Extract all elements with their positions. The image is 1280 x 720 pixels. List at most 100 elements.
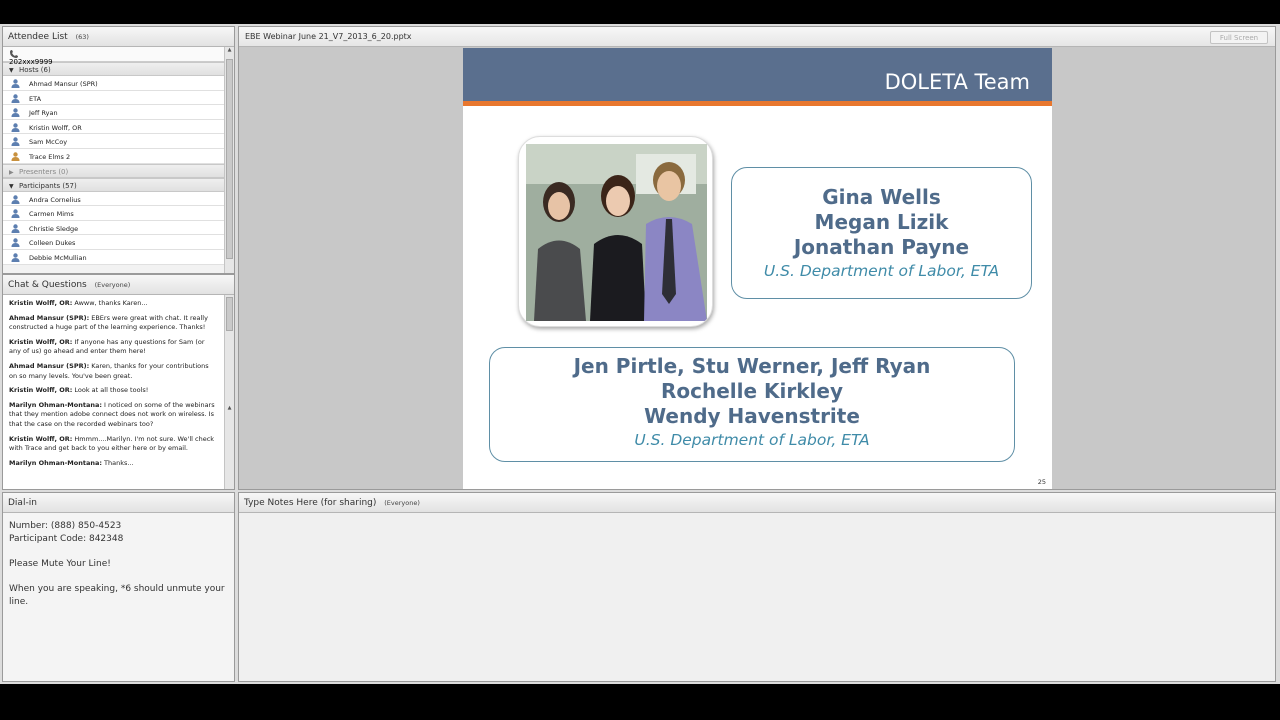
attendee-row[interactable]: Kristin Wolff, OR [3, 119, 225, 135]
slide-header: DOLETA Team [463, 48, 1052, 106]
dial-number: 202xxx9999 [9, 58, 53, 66]
chat-message: Kristin Wolff, OR: If anyone has any que… [9, 338, 218, 357]
hosts-label: Hosts (6) [19, 66, 51, 74]
chat-message: Marilyn Ohman-Montana: I noticed on some… [9, 401, 218, 430]
chat-text: Look at all those tools! [72, 386, 149, 395]
attendee-list: 202xxx9999 ▼ Hosts (6) Ahmad Mansur (SPR)… [3, 47, 225, 273]
attendee-name: Christie Sledge [29, 224, 79, 233]
share-filename: EBE Webinar June 21_V7_2013_6_20.pptx [245, 32, 412, 41]
chat-message: Kristin Wolff, OR: Awww, thanks Karen... [9, 299, 218, 309]
chat-sender: Marilyn Ohman-Montana: [9, 458, 102, 467]
team-box-primary: Gina Wells Megan Lizik Jonathan Payne U.S.… [731, 167, 1032, 299]
dialin-title: Dial-in [8, 498, 37, 508]
chat-scrollbar[interactable]: ▲ [224, 295, 234, 489]
attendee-row[interactable]: Carmen Mims [3, 206, 225, 221]
dialin-mute: Please Mute Your Line! [9, 559, 111, 569]
dialin-pod-title: Dial-in [3, 493, 234, 513]
chat-sender: Marilyn Ohman-Montana: [9, 400, 102, 409]
participants-list: Andra Cornelius Carmen Mims Christie Sledg… [3, 191, 225, 265]
presenters-label: Presenters (0) [19, 167, 69, 176]
collapse-triangle-icon: ▼ [9, 182, 14, 190]
notes-pod-title: Type Notes Here (for sharing) (Everyone) [239, 493, 1275, 513]
team-member-name: Gina Wells [822, 185, 941, 209]
team-member-name: Megan Lizik [814, 210, 949, 234]
participant-person-icon [11, 238, 21, 248]
attendee-row[interactable]: Christie Sledge [3, 220, 225, 236]
attendee-name: Andra Cornelius [29, 195, 81, 204]
participants-group-header[interactable]: ▼ Participants (57) [3, 177, 225, 192]
participants-label: Participants (57) [19, 181, 77, 190]
team-photo-image [526, 144, 707, 321]
collapse-triangle-icon: ▼ [9, 67, 14, 74]
attendee-row[interactable]: ETA [3, 90, 225, 106]
host-person-icon [11, 93, 21, 103]
team-member-name: Jonathan Payne [793, 235, 970, 259]
notes-text-area[interactable] [239, 513, 1275, 681]
dialin-code: Participant Code: 842348 [9, 534, 124, 544]
team-member-name: Rochelle Kirkley [660, 379, 843, 403]
scroll-thumb[interactable] [226, 59, 233, 259]
chat-sender: Kristin Wolff, OR: [9, 337, 73, 346]
chat-message: Kristin Wolff, OR: Look at all those too… [9, 386, 218, 396]
participant-person-icon [11, 224, 21, 233]
presentation-slide: DOLETA Team Gina Wells Megan Lizik Jonat… [463, 48, 1052, 489]
dial-row[interactable]: 202xxx9999 [3, 47, 225, 66]
attendee-name: Ahmad Mansur (SPR) [29, 80, 98, 88]
full-screen-button[interactable]: Full Screen [1210, 31, 1268, 44]
attendee-name: Carmen Mims [29, 210, 74, 219]
attendee-scrollbar[interactable]: ▲ [224, 47, 234, 273]
scroll-indicator-icon: ▲ [227, 405, 232, 411]
attendee-row[interactable]: Jeff Ryan [3, 105, 225, 120]
chat-message: Ahmad Mansur (SPR): EBErs were great wit… [9, 314, 218, 333]
dialin-body: Number: (888) 850-4523 Participant Code:… [3, 513, 234, 681]
participant-person-icon [11, 253, 21, 262]
share-title-bar: EBE Webinar June 21_V7_2013_6_20.pptx [239, 27, 1275, 47]
team-member-name: Wendy Havenstrite [644, 404, 860, 428]
primary-names: Gina Wells Megan Lizik Jonathan Payne [732, 185, 1031, 260]
chat-scope: (Everyone) [94, 281, 131, 289]
host-person-icon [11, 79, 21, 88]
attendee-name: ETA [29, 94, 42, 103]
chat-message: Ahmad Mansur (SPR): Karen, thanks for yo… [9, 362, 218, 381]
attendee-title: Attendee List [8, 32, 68, 42]
dial-in-pod: Dial-in Number: (888) 850-4523 Participa… [2, 492, 235, 682]
notes-pod: Type Notes Here (for sharing) (Everyone) [238, 492, 1276, 682]
host-person-icon [11, 137, 21, 147]
chat-messages: Kristin Wolff, OR: Awww, thanks Karen...… [3, 295, 224, 489]
scroll-up-icon[interactable]: ▲ [225, 47, 234, 53]
attendee-row[interactable]: Ahmad Mansur (SPR) [3, 76, 225, 91]
attendee-row[interactable]: Colleen Dukes [3, 235, 225, 250]
chat-sender: Kristin Wolff, OR: [9, 386, 73, 395]
attendee-name: Jeff Ryan [29, 109, 58, 118]
dialin-unmute: When you are speaking, *6 should unmute … [9, 584, 225, 607]
secondary-org: U.S. Department of Labor, ETA [634, 431, 870, 449]
adobe-connect-meeting-room: Attendee List (63) 202xxx9999 ▼ Hosts (6)… [0, 24, 1280, 684]
participant-person-icon [11, 152, 21, 161]
attendee-row[interactable]: Debbie McMullian [3, 249, 225, 265]
attendee-count: (63) [75, 33, 89, 41]
attendee-row[interactable]: Trace Elms 2 [3, 148, 225, 164]
team-photo [518, 136, 713, 327]
chat-sender: Kristin Wolff, OR: [9, 299, 73, 307]
notes-title: Type Notes Here (for sharing) [244, 498, 377, 508]
primary-org: U.S. Department of Labor, ETA [763, 262, 1000, 280]
chat-text: Awww, thanks Karen... [72, 299, 148, 307]
presenters-group-header[interactable]: ▶ Presenters (0) [3, 163, 225, 178]
attendee-name: Sam McCoy [29, 138, 68, 147]
attendee-list-pod: Attendee List (63) 202xxx9999 ▼ Hosts (6)… [2, 26, 235, 274]
chat-message: Marilyn Ohman-Montana: Thanks... [9, 459, 218, 469]
attendee-name: Debbie McMullian [29, 253, 87, 262]
attendee-name: Colleen Dukes [29, 239, 76, 248]
chat-sender: Kristin Wolff, OR: [9, 434, 73, 443]
chat-text: Thanks... [101, 458, 134, 467]
dialin-number: Number: (888) 850-4523 [9, 521, 122, 531]
attendee-row[interactable]: Andra Cornelius [3, 191, 225, 207]
host-person-icon [11, 108, 21, 118]
participant-person-icon [11, 209, 21, 219]
scroll-thumb[interactable] [226, 297, 233, 331]
attendee-row[interactable]: Sam McCoy [3, 134, 225, 149]
slide-page-number: 25 [1037, 478, 1046, 486]
chat-title: Chat & Questions [8, 280, 87, 290]
participant-person-icon [11, 194, 21, 204]
attendee-name: Kristin Wolff, OR [29, 123, 82, 132]
